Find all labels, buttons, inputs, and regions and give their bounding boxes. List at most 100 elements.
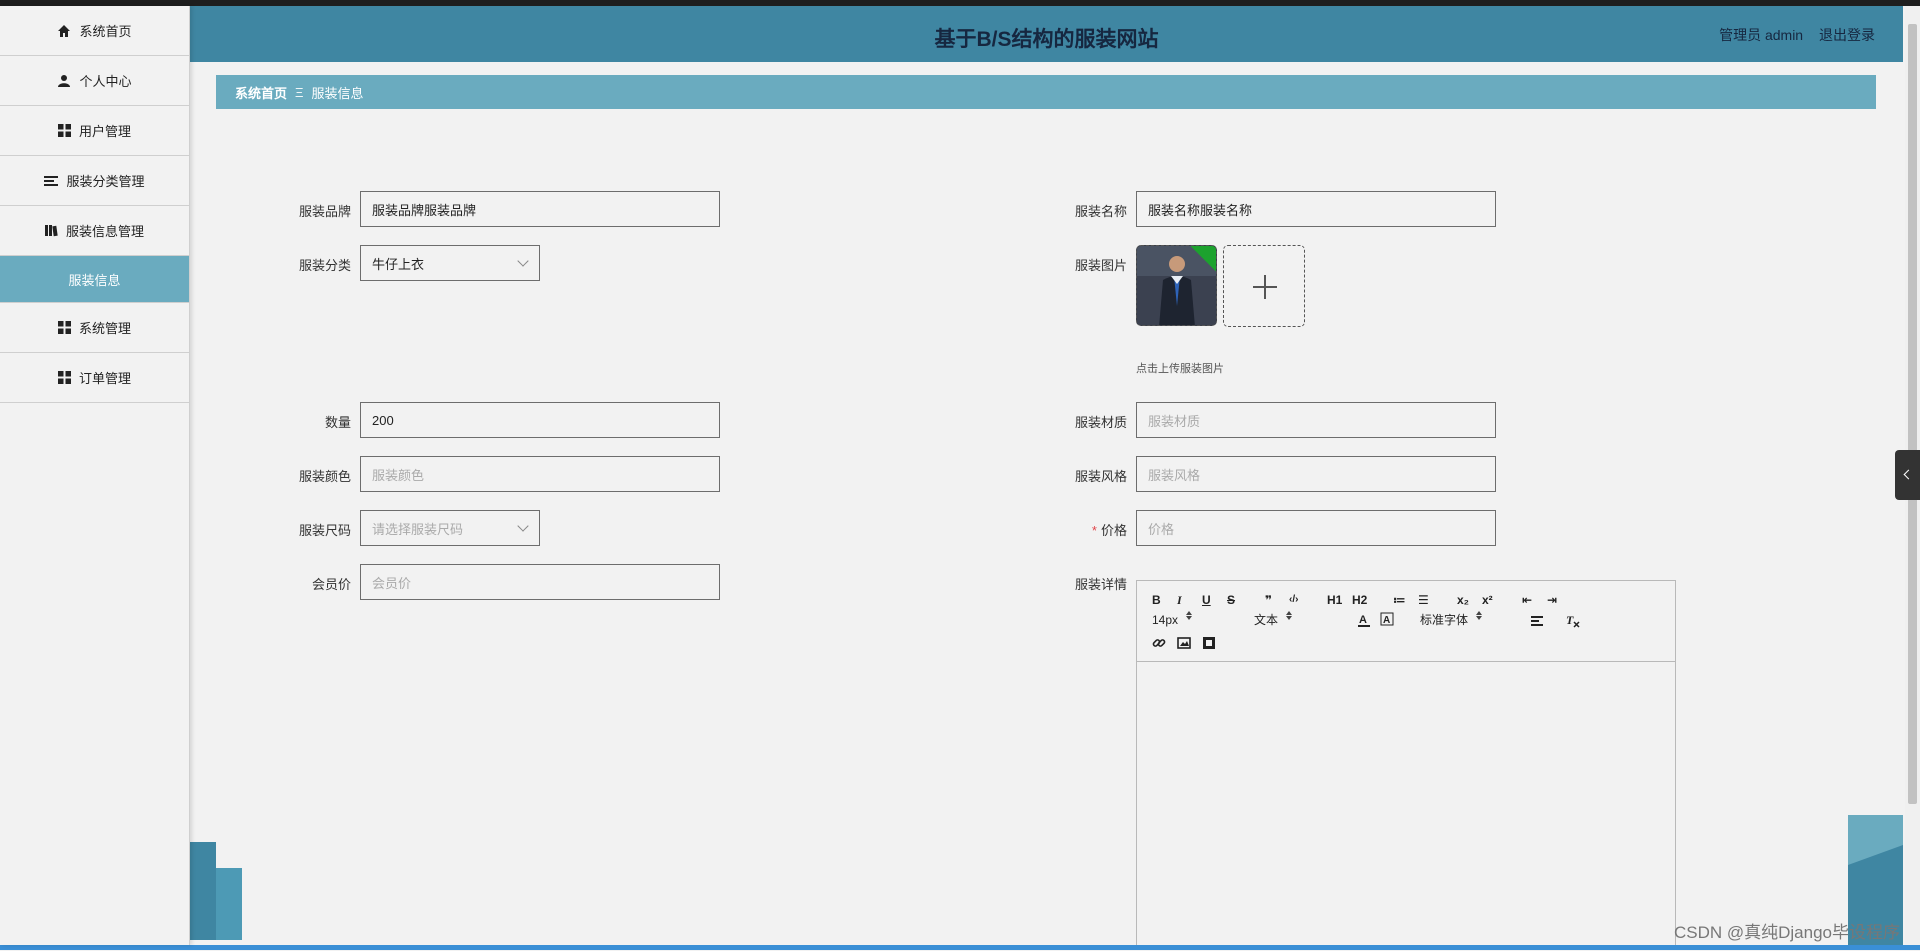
quantity-value: 200 (372, 412, 394, 428)
editor-toolbar: B I U S ❞ ‹/› H1 H2 ≔ ☰ x₂ x² ⇤ ⇥ 14px 文… (1137, 581, 1675, 662)
quantity-label: 数量 (324, 415, 351, 430)
category-select[interactable]: 牛仔上衣 (360, 245, 540, 281)
font-size-select[interactable]: 14px (1152, 611, 1193, 629)
scrollbar-thumb[interactable] (1908, 24, 1917, 804)
logout-link[interactable]: 退出登录 (1819, 27, 1875, 43)
link-icon[interactable] (1152, 634, 1166, 652)
brand-value: 服装品牌服装品牌 (372, 202, 477, 218)
list-icon (44, 175, 59, 186)
style-input[interactable]: 服装风格 (1136, 456, 1496, 492)
bold-button[interactable]: B (1152, 591, 1161, 609)
bullet-list-button[interactable]: ☰ (1418, 591, 1429, 609)
member-price-input[interactable]: 会员价 (360, 564, 720, 600)
clear-format-icon[interactable]: T (1565, 612, 1581, 630)
sidebar-item-home[interactable]: 系统首页 (0, 6, 189, 56)
name-label: 服装名称 (1074, 204, 1127, 219)
sidebar-item-profile[interactable]: 个人中心 (0, 56, 189, 106)
header1-button[interactable]: H1 (1327, 591, 1342, 609)
font-family-select[interactable]: 标准字体 (1420, 611, 1483, 629)
sidebar: 系统首页 个人中心 用户管理 服装分类管理 服装信息管理 服装信息 系统管理 订… (0, 6, 190, 945)
price-label-text: 价格 (1100, 523, 1127, 538)
sidebar-item-system[interactable]: 系统管理 (0, 303, 189, 353)
sidebar-item-clothing-management[interactable]: 服装信息管理 (0, 206, 189, 256)
chevron-down-icon (517, 520, 529, 532)
bottom-progress-bar (0, 945, 1920, 950)
name-value: 服装名称服装名称 (1148, 202, 1253, 218)
uploaded-image-thumbnail[interactable] (1136, 245, 1217, 326)
editor-content-area[interactable] (1137, 662, 1675, 951)
sidebar-item-label: 服装信息 (68, 272, 121, 288)
header: 基于B/S结构的服装网站 管理员 admin 退出登录 (190, 6, 1903, 62)
superscript-button[interactable]: x² (1482, 591, 1493, 609)
sidebar-item-label: 服装信息管理 (65, 224, 144, 239)
sidebar-item-label: 系统管理 (78, 321, 131, 336)
indent-button[interactable]: ⇥ (1547, 591, 1557, 609)
member-price-placeholder: 会员价 (372, 575, 412, 591)
color-label: 服装颜色 (298, 469, 351, 484)
sidebar-item-label: 用户管理 (78, 124, 131, 139)
site-title: 基于B/S结构的服装网站 (934, 28, 1159, 51)
color-input[interactable]: 服装颜色 (360, 456, 720, 492)
price-placeholder: 价格 (1148, 521, 1175, 537)
image-label: 服装图片 (1074, 258, 1127, 273)
material-label: 服装材质 (1074, 415, 1127, 430)
header2-button[interactable]: H2 (1352, 591, 1367, 609)
code-block-button[interactable]: ‹/› (1289, 591, 1298, 609)
size-placeholder: 请选择服装尺码 (372, 521, 464, 537)
outdent-button[interactable]: ⇤ (1522, 591, 1532, 609)
color-placeholder: 服装颜色 (372, 467, 425, 483)
svg-text:T: T (1566, 613, 1574, 627)
svg-text:A: A (1359, 614, 1367, 626)
image-icon[interactable] (1177, 634, 1191, 652)
size-select[interactable]: 请选择服装尺码 (360, 510, 540, 546)
detail-label: 服装详情 (1074, 577, 1127, 592)
subscript-button[interactable]: x₂ (1457, 591, 1469, 609)
blockquote-button[interactable]: ❞ (1265, 591, 1272, 609)
align-icon[interactable] (1530, 612, 1544, 630)
plus-icon-vertical (1264, 275, 1266, 299)
breadcrumb-current: 服装信息 (311, 85, 364, 101)
person-icon (58, 74, 71, 87)
underline-button[interactable]: U (1202, 591, 1211, 609)
name-input[interactable]: 服装名称服装名称 (1136, 191, 1496, 227)
grid-icon (57, 371, 71, 384)
grid-icon (57, 321, 71, 334)
background-color-icon[interactable]: A (1380, 611, 1394, 629)
rich-text-editor: B I U S ❞ ‹/› H1 H2 ≔ ☰ x₂ x² ⇤ ⇥ 14px 文… (1136, 580, 1676, 950)
decoration-block (216, 868, 242, 940)
breadcrumb-home[interactable]: 系统首页 (235, 83, 287, 102)
user-name: 管理员 admin (1719, 27, 1804, 43)
sidebar-item-label: 订单管理 (78, 371, 131, 386)
sidebar-item-users[interactable]: 用户管理 (0, 106, 189, 156)
breadcrumb: 系统首页 Ξ 服装信息 (216, 75, 1876, 109)
text-type-select[interactable]: 文本 (1254, 611, 1293, 629)
sidebar-item-label: 系统首页 (79, 24, 132, 39)
upload-hint: 点击上传服装图片 (1136, 363, 1224, 375)
price-label: * 价格 (1017, 520, 1127, 539)
sidebar-item-label: 服装分类管理 (66, 174, 145, 189)
brand-input[interactable]: 服装品牌服装品牌 (360, 191, 720, 227)
price-input[interactable]: 价格 (1136, 510, 1496, 546)
video-icon[interactable] (1202, 634, 1216, 652)
size-label: 服装尺码 (298, 523, 351, 538)
category-label: 服装分类 (298, 258, 351, 273)
ordered-list-button[interactable]: ≔ (1393, 591, 1406, 609)
sidebar-subitem-clothing-info[interactable]: 服装信息 (0, 256, 189, 303)
material-placeholder: 服装材质 (1148, 413, 1201, 429)
image-upload-button[interactable] (1223, 245, 1305, 327)
user-area: 管理员 admin 退出登录 (1719, 25, 1875, 45)
svg-text:A: A (1383, 615, 1390, 626)
style-label: 服装风格 (1074, 469, 1127, 484)
member-price-label: 会员价 (311, 577, 351, 592)
book-icon (44, 225, 58, 237)
italic-button[interactable]: I (1177, 591, 1182, 609)
sidebar-item-orders[interactable]: 订单管理 (0, 353, 189, 403)
side-panel-toggle[interactable] (1895, 450, 1920, 500)
text-color-icon[interactable]: A (1357, 611, 1371, 629)
quantity-input[interactable]: 200 (360, 402, 720, 438)
brand-label: 服装品牌 (298, 204, 351, 219)
sidebar-item-category-management[interactable]: 服装分类管理 (0, 156, 189, 206)
decoration-block (190, 842, 216, 940)
material-input[interactable]: 服装材质 (1136, 402, 1496, 438)
strike-button[interactable]: S (1227, 591, 1235, 609)
